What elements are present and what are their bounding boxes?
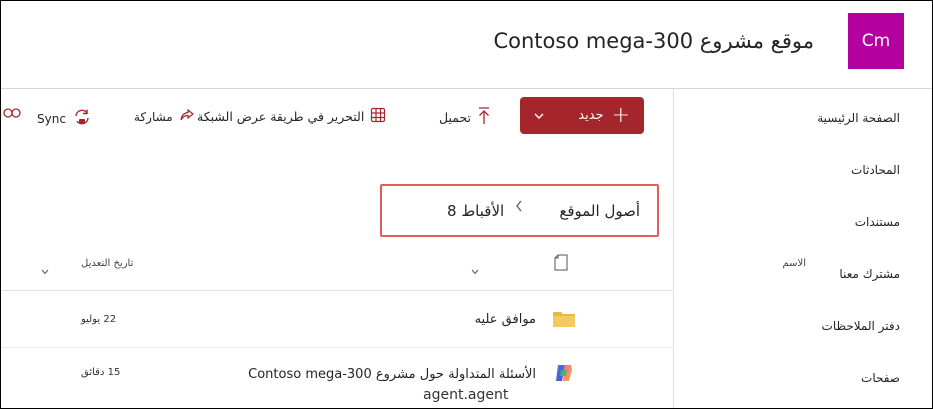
- row-name-faq-agent[interactable]: الأسئلة المتداولة حول مشروع Contoso mega…: [248, 367, 536, 382]
- site-logo-initials: Cm: [861, 31, 891, 51]
- upload-button[interactable]: تحميل: [439, 107, 491, 128]
- site-title[interactable]: موقع مشروع Contoso mega-300: [493, 29, 814, 53]
- chevron-down-icon[interactable]: [534, 111, 544, 121]
- nav-item-notebook[interactable]: دفتر الملاحظات: [822, 319, 900, 333]
- grid-icon: [370, 107, 386, 126]
- row-subtitle-faq-agent: agent.agent: [423, 387, 509, 403]
- upload-icon: [477, 107, 491, 128]
- upload-label: تحميل: [439, 110, 472, 125]
- new-button[interactable]: + جديد: [520, 97, 644, 134]
- breadcrumb-root[interactable]: أصول الموقع: [559, 202, 640, 220]
- site-logo[interactable]: Cm: [848, 13, 904, 69]
- folder-icon: [552, 310, 576, 332]
- nav-item-documents[interactable]: مستندات: [855, 215, 900, 229]
- nav-item-shared-with-us[interactable]: مشترك معنا: [839, 267, 900, 281]
- edit-grid-label: التحرير في طريقة عرض الشبكة: [197, 109, 365, 124]
- nav-item-conversations[interactable]: المحادثات: [851, 163, 900, 177]
- nav-item-home[interactable]: الصفحة الرئيسية: [817, 111, 900, 125]
- sync-button[interactable]: Sync: [37, 107, 92, 130]
- file-type-icon: [554, 254, 568, 275]
- breadcrumb-separator-icon: [515, 200, 523, 216]
- app-frame: Cm موقع مشروع Contoso mega-300 الصفحة ال…: [0, 0, 933, 409]
- column-header-modified[interactable]: تاريخ التعديل: [81, 258, 133, 269]
- copilot-agent-icon: [554, 363, 574, 387]
- list-header: [1, 247, 673, 291]
- row-name-approved[interactable]: موافق عليه: [475, 312, 536, 327]
- share-label: مشاركة: [134, 109, 173, 124]
- share-button[interactable]: مشاركة: [134, 107, 195, 126]
- chevron-down-icon[interactable]: [471, 260, 481, 275]
- copy-link-button[interactable]: [3, 107, 21, 122]
- breadcrumb-current: الأقباط 8: [447, 202, 505, 220]
- site-navigation: الصفحة الرئيسية المحادثات مستندات مشترك …: [673, 89, 932, 408]
- sync-label: Sync: [37, 111, 66, 126]
- new-button-label: جديد: [578, 108, 604, 123]
- share-icon: [179, 107, 195, 126]
- sync-icon: [72, 107, 92, 130]
- row-modified-approved: 22 يوليو: [81, 314, 117, 325]
- site-header: Cm موقع مشروع Contoso mega-300: [1, 1, 932, 89]
- link-icon: [3, 107, 21, 122]
- nav-item-pages[interactable]: صفحات: [861, 371, 900, 385]
- plus-icon: +: [611, 102, 630, 128]
- chevron-down-icon[interactable]: [41, 260, 51, 275]
- edit-grid-view-button[interactable]: التحرير في طريقة عرض الشبكة: [197, 107, 386, 126]
- row-modified-faq-agent: 15 دقائق: [81, 367, 121, 378]
- column-header-name[interactable]: الاسم: [782, 258, 806, 269]
